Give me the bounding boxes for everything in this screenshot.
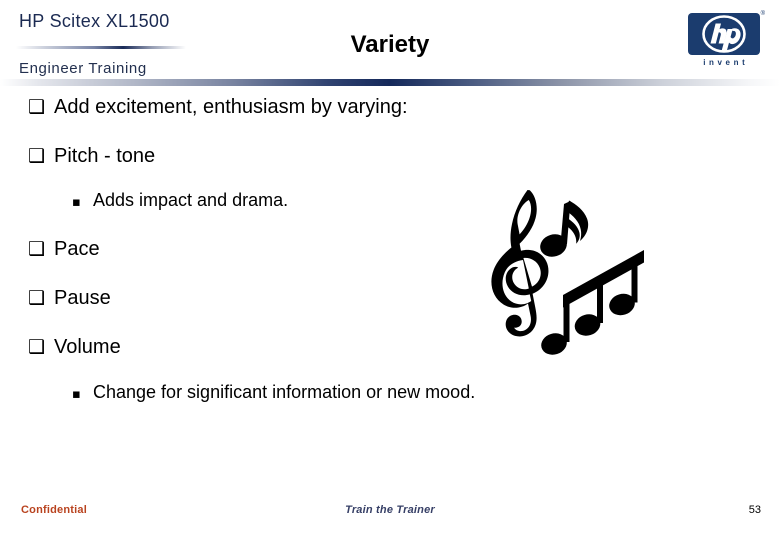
eighth-note-icon — [540, 200, 589, 257]
hollow-square-bullet-icon: ❑ — [28, 287, 46, 309]
bullet-text: Pitch - tone — [54, 145, 156, 167]
page-number: 53 — [748, 504, 761, 516]
slide: HP Scitex XL1500 Engineer Training Varie… — [0, 0, 780, 540]
hp-wordmark-icon — [702, 15, 746, 53]
sub-bullet-item: ▪ Adds impact and drama. — [72, 190, 288, 211]
header-divider-rule — [0, 79, 780, 86]
hp-logo: ® invent — [688, 11, 766, 73]
brand-title: HP Scitex XL1500 — [19, 11, 170, 31]
sub-bullet-text: Adds impact and drama. — [93, 190, 289, 210]
bullet-item: ❑ Add excitement, enthusiasm by varying: — [28, 96, 408, 119]
bullet-item: ❑ Volume — [28, 336, 121, 359]
bullet-text: Add excitement, enthusiasm by varying: — [54, 96, 408, 118]
bullet-text: Pace — [54, 238, 100, 260]
footer-course-label: Train the Trainer — [345, 504, 435, 516]
bullet-text: Pause — [54, 287, 111, 309]
brand-subtitle: Engineer Training — [19, 60, 147, 77]
hollow-square-bullet-icon: ❑ — [28, 238, 46, 260]
page-title: Variety — [350, 31, 430, 58]
small-filled-square-bullet-icon: ▪ — [72, 387, 81, 402]
trademark-icon: ® — [760, 11, 765, 17]
bullet-item: ❑ Pitch - tone — [28, 145, 155, 168]
hollow-square-bullet-icon: ❑ — [28, 145, 46, 167]
music-notes-clipart — [470, 182, 670, 360]
sub-bullet-item: ▪ Change for significant information or … — [72, 382, 475, 403]
sub-bullet-text: Change for significant information or ne… — [93, 382, 476, 402]
hollow-square-bullet-icon: ❑ — [28, 336, 46, 358]
hp-logo-badge: ® — [688, 11, 765, 55]
bullet-item: ❑ Pace — [28, 238, 100, 261]
small-filled-square-bullet-icon: ▪ — [72, 195, 81, 210]
hp-logo-tagline: invent — [703, 58, 749, 67]
bullet-text: Volume — [54, 336, 121, 358]
beamed-eighth-notes-icon — [541, 250, 644, 355]
music-notes-icon — [491, 190, 644, 355]
treble-clef-icon — [491, 190, 549, 337]
bullet-item: ❑ Pause — [28, 287, 111, 310]
hollow-square-bullet-icon: ❑ — [28, 96, 46, 118]
